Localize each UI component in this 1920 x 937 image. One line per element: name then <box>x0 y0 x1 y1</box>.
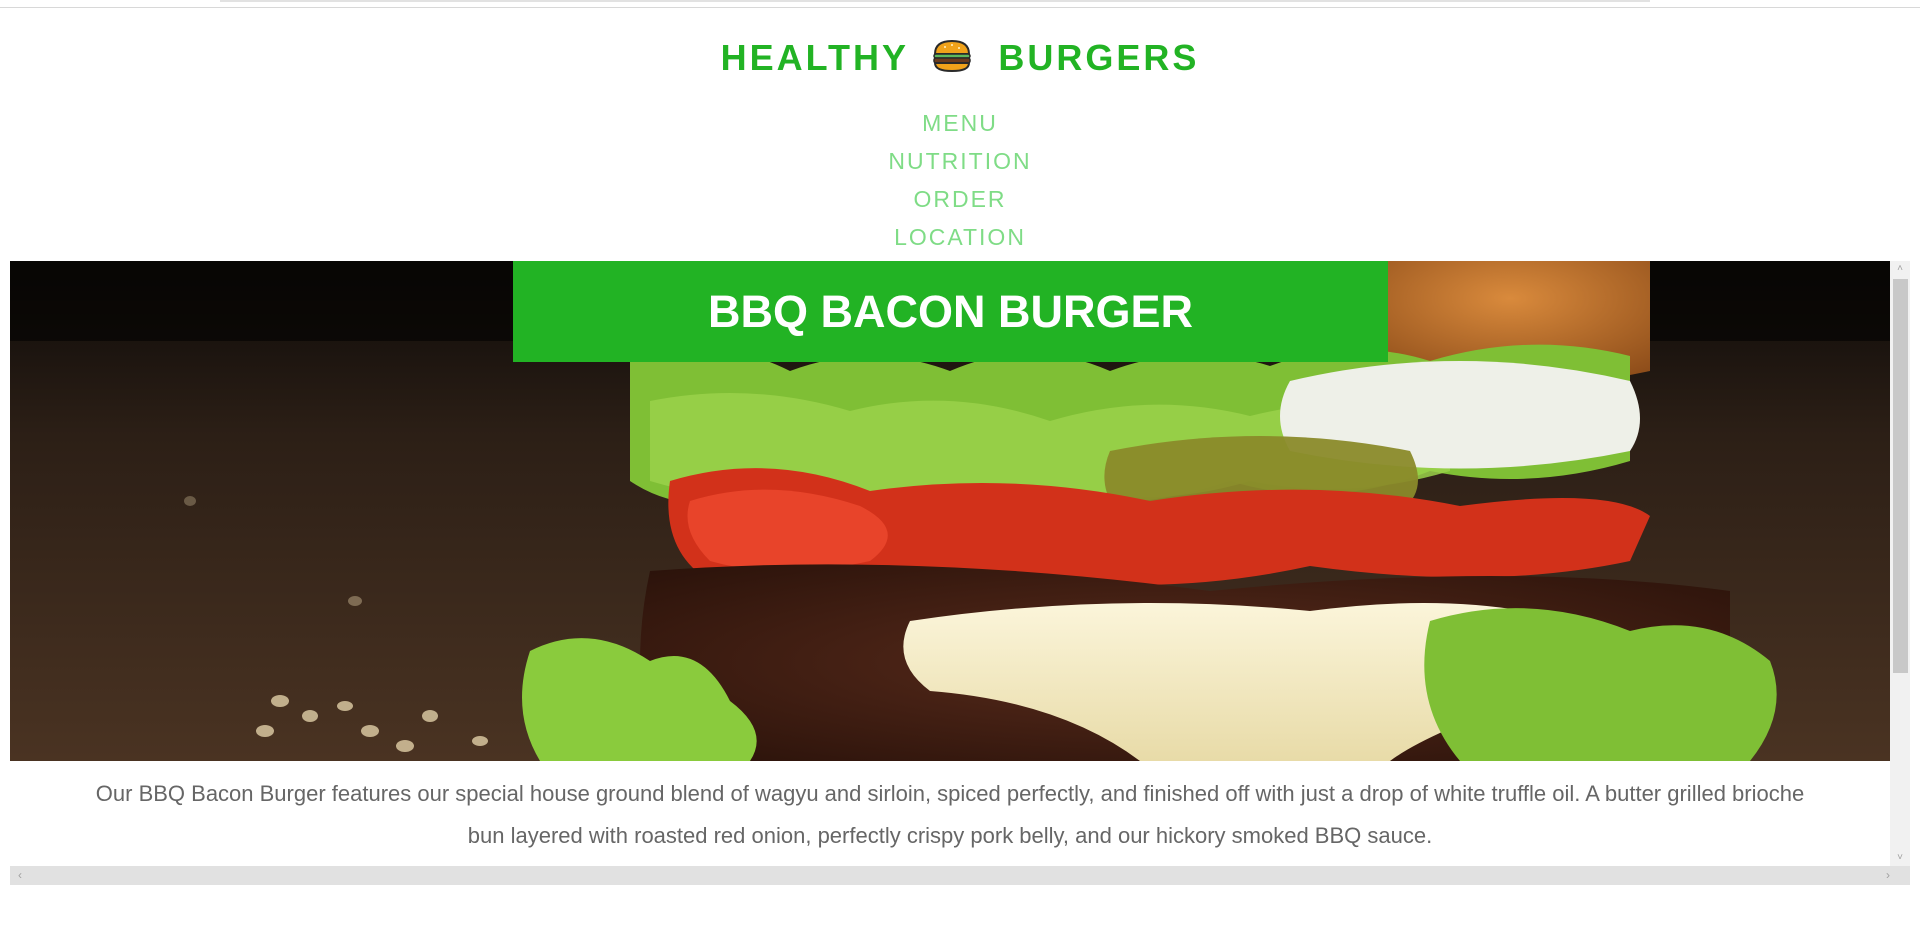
content-frame: BBQ BACON BURGER Our BBQ Bacon Burger fe… <box>10 261 1910 885</box>
vertical-scrollbar[interactable]: ˄ ˅ <box>1890 261 1910 866</box>
scroll-up-icon[interactable]: ˄ <box>1890 261 1910 277</box>
vertical-scroll-thumb[interactable] <box>1893 279 1908 673</box>
nav-item-menu[interactable]: MENU <box>810 104 1110 142</box>
scroll-down-icon[interactable]: ˅ <box>1890 850 1910 866</box>
hero-title: BBQ BACON BURGER <box>707 286 1193 337</box>
hero-section: BBQ BACON BURGER <box>10 261 1890 761</box>
horizontal-scrollbar[interactable]: ‹ › <box>10 866 1910 885</box>
hero-title-banner: BBQ BACON BURGER <box>513 261 1388 362</box>
brand-text-right: BURGERS <box>998 37 1200 78</box>
nav-item-location[interactable]: LOCATION <box>810 218 1110 256</box>
nav-item-nutrition[interactable]: NUTRITION <box>810 142 1110 180</box>
hamburger-icon <box>931 38 973 74</box>
site-brand[interactable]: HEALTHY BURGERS <box>0 36 1920 80</box>
nav-item-order[interactable]: ORDER <box>810 180 1110 218</box>
burger-description: Our BBQ Bacon Burger features our specia… <box>95 781 1805 848</box>
scroll-right-icon[interactable]: › <box>1880 866 1896 885</box>
browser-top-strip <box>0 0 1920 8</box>
brand-text-left: HEALTHY <box>720 37 909 78</box>
main-nav: MENU NUTRITION ORDER LOCATION <box>0 104 1920 256</box>
top-tab-strip <box>220 0 1650 2</box>
scroll-left-icon[interactable]: ‹ <box>12 866 28 885</box>
